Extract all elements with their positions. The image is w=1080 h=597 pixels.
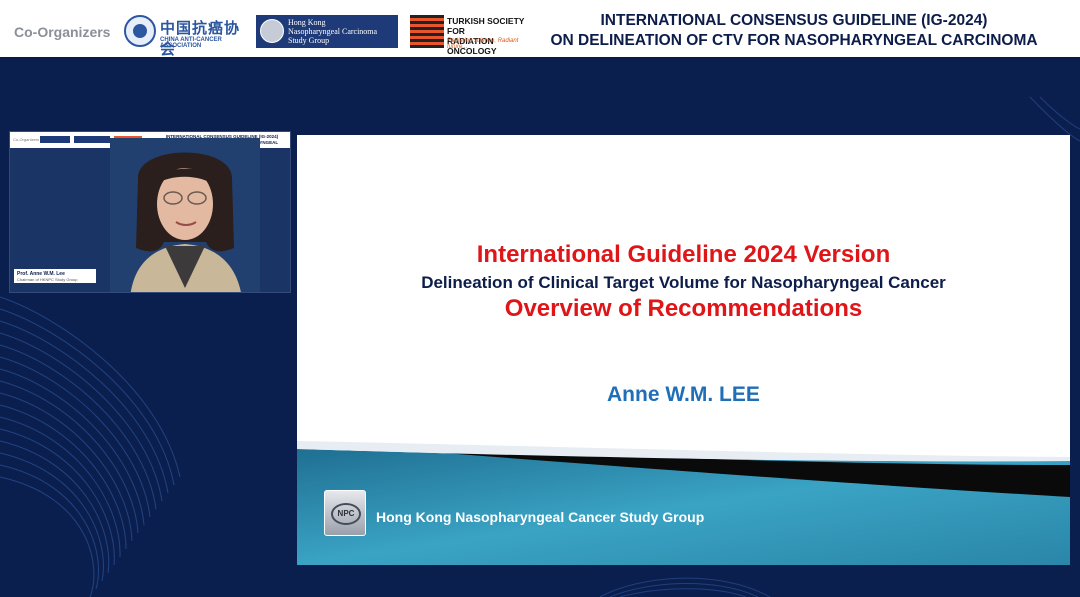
top-banner: Co-Organizers 中国抗癌协会 CHINA ANTI-CANCER A… xyxy=(0,0,1080,58)
mini-logo-1 xyxy=(40,136,70,143)
china-logo-en-text: CHINA ANTI-CANCER ASSOCIATION xyxy=(160,37,222,49)
slide-title: International Guideline 2024 Version xyxy=(476,241,891,268)
turkish-society-logo: TURKISH SOCIETY FOR RADIATION ONCOLOGY R… xyxy=(410,15,525,56)
npc-logo-text: NPC xyxy=(331,503,361,525)
speaker-role: Chairman of HKNPC Study Group xyxy=(17,277,78,282)
hk-npc-study-group-logo: Hong Kong Nasopharyngeal Carcinoma Study… xyxy=(256,15,398,48)
speaker-nameplate: Prof. Anne W.M. Lee Chairman of HKNPC St… xyxy=(14,269,96,283)
npc-emblem-icon xyxy=(260,19,284,43)
mini-logo-2 xyxy=(74,136,110,143)
tsro-line1: TURKISH SOCIETY FOR xyxy=(447,16,525,36)
presentation-slide[interactable]: International Guideline 2024 Version Del… xyxy=(297,135,1070,565)
association-seal-icon xyxy=(124,15,156,47)
event-title-line2: ON DELINEATION OF CTV FOR NASOPHARYNGEAL… xyxy=(550,32,1038,49)
hk-logo-line2: Nasopharyngeal Carcinoma xyxy=(288,27,378,36)
tsro-tagline: Radiating science, Radiant future... xyxy=(447,38,519,50)
tsro-flag-icon xyxy=(410,15,444,48)
slide-author: Anne W.M. LEE xyxy=(607,383,760,406)
slide-organization-name: Hong Kong Nasopharyngeal Cancer Study Gr… xyxy=(376,509,705,525)
china-anti-cancer-association-logo: 中国抗癌协会 CHINA ANTI-CANCER ASSOCIATION xyxy=(124,15,248,58)
speaker-video-tile[interactable]: Co-Organizers INTERNATIONAL CONSENSUS GU… xyxy=(9,131,291,293)
mini-co-organizers-label: Co-Organizers xyxy=(13,137,40,142)
tsro-name: TURKISH SOCIETY FOR RADIATION ONCOLOGY xyxy=(447,16,525,56)
slide-footer-swoosh xyxy=(297,441,1070,565)
hknpc-logo-icon: NPC xyxy=(324,490,366,536)
co-organizers-label: Co-Organizers xyxy=(14,24,111,40)
event-title: INTERNATIONAL CONSENSUS GUIDELINE (IG-20… xyxy=(534,11,1054,51)
event-title-line1: INTERNATIONAL CONSENSUS GUIDELINE (IG-20… xyxy=(600,12,988,29)
slide-subtitle: Delineation of Clinical Target Volume fo… xyxy=(421,273,946,292)
slide-subtitle-2: Overview of Recommendations xyxy=(504,295,863,322)
hk-logo-line1: Hong Kong xyxy=(288,18,326,27)
hk-logo-line3: Study Group xyxy=(288,36,330,45)
speaker-video xyxy=(110,138,260,292)
